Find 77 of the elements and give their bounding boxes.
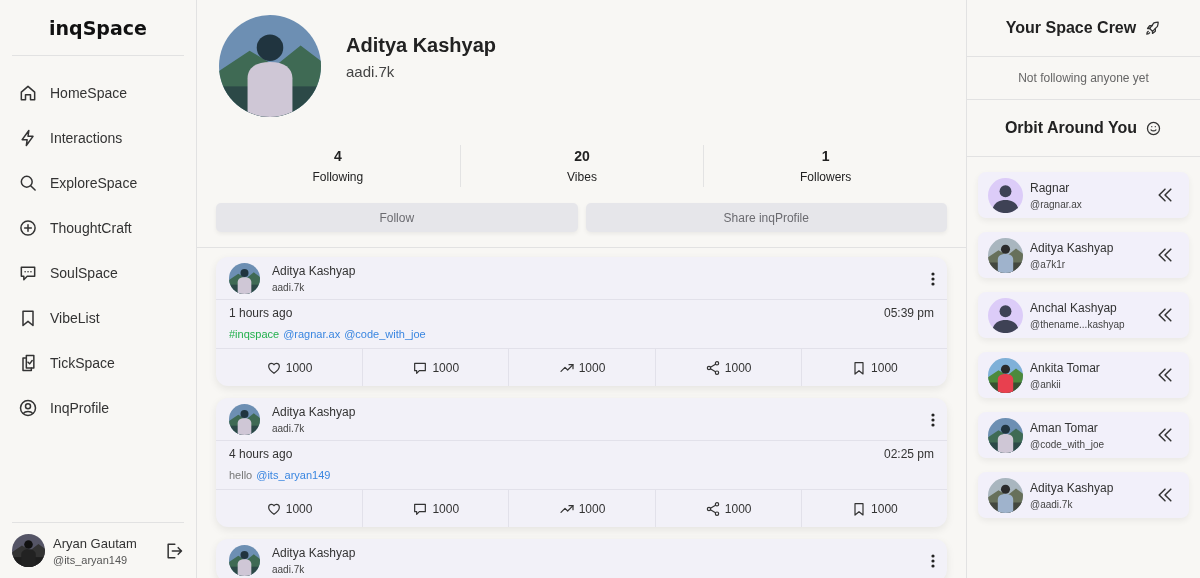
app-logo: inqSpace	[49, 16, 147, 39]
user-name: Aditya Kashyap	[1030, 240, 1115, 255]
post-handle: aadi.7k	[272, 423, 306, 434]
user-handle: @a7k1r	[1030, 258, 1067, 270]
more-options-icon[interactable]	[931, 412, 935, 427]
user-card[interactable]: Ankita Tomar @ankii	[978, 352, 1189, 398]
post-author: Aditya Kashyap	[272, 264, 357, 278]
save-action[interactable]: 1000	[800, 349, 947, 386]
follow-button[interactable]: Follow	[216, 203, 578, 232]
user-name: Aman Tomar	[1030, 420, 1099, 435]
nav-item[interactable]: TickSpace	[12, 345, 184, 381]
share-profile-button[interactable]: Share inqProfile	[585, 203, 947, 232]
avatar-icon	[988, 177, 1023, 213]
like-action[interactable]: 1000	[216, 349, 363, 386]
user-card[interactable]: Ragnar @ragnar.ax	[978, 172, 1189, 218]
more-options-icon[interactable]	[931, 553, 935, 568]
user-name: Ankita Tomar	[1030, 360, 1101, 375]
share-icon	[704, 359, 721, 376]
post-time: 05:39 pm	[883, 306, 934, 320]
smiley-icon	[1145, 119, 1163, 137]
share-action[interactable]: 1000	[654, 349, 801, 386]
comment-action[interactable]: 1000	[362, 490, 509, 527]
user-card[interactable]: Aman Tomar @code_with_joe	[978, 412, 1189, 458]
nav-item[interactable]: VibeList	[12, 300, 184, 336]
comment-action[interactable]: 1000	[362, 349, 509, 386]
like-action[interactable]: 1000	[216, 490, 363, 527]
profile-name: Aditya Kashyap	[346, 34, 497, 57]
plus-circle-icon	[18, 218, 38, 238]
home-icon	[18, 83, 38, 103]
user-handle: @aadi.7k	[1030, 498, 1074, 510]
nav-item[interactable]: ThoughtCraft	[12, 210, 184, 246]
user-handle: @ankii	[1030, 378, 1062, 390]
rocket-icon	[1144, 19, 1162, 37]
boost-action[interactable]: 1000	[508, 490, 655, 527]
section-title: Orbit Around You	[1004, 119, 1138, 137]
nav-item[interactable]: ExploreSpace	[12, 165, 184, 201]
empty-message: Not following anyone yet	[1018, 71, 1149, 85]
post-author: Aditya Kashyap	[272, 546, 357, 560]
section-title: Your Space Crew	[1005, 19, 1137, 37]
post-text: hello	[229, 469, 253, 481]
post-time: 02:25 pm	[883, 447, 934, 461]
chat-bubble-icon	[18, 263, 38, 283]
user-name: Aryan Gautam	[53, 535, 138, 551]
save-action[interactable]: 1000	[800, 490, 947, 527]
boost-action[interactable]: 1000	[508, 349, 655, 386]
stat-count: 1	[821, 148, 830, 164]
user-card[interactable]: Aditya Kashyap @aadi.7k	[978, 472, 1189, 518]
nav-item[interactable]: InqProfile	[12, 390, 184, 426]
nav-item[interactable]: HomeSpace	[12, 75, 184, 111]
user-name: Anchal Kashyap	[1030, 300, 1118, 315]
user-handle: @thename...kashyap	[1030, 318, 1126, 330]
user-circle-icon	[18, 398, 38, 418]
post-author: Aditya Kashyap	[272, 405, 357, 419]
post-age: 4 hours ago	[229, 447, 293, 461]
profile-handle: aadi.7k	[346, 63, 396, 80]
stat-label: Following	[312, 170, 364, 184]
share-icon	[704, 500, 721, 517]
user-card[interactable]: Anchal Kashyap @thename...kashyap	[978, 292, 1189, 338]
user-handle: @code_with_joe	[1030, 438, 1106, 450]
stat-count: 4	[333, 148, 342, 164]
avatar-icon	[988, 297, 1023, 333]
user-handle: @ragnar.ax	[1030, 198, 1083, 210]
nav-item[interactable]: Interactions	[12, 120, 184, 156]
stat-label: Vibes	[567, 170, 597, 184]
user-name: Aditya Kashyap	[1030, 480, 1115, 495]
post-handle: aadi.7k	[272, 282, 306, 293]
post-handle: aadi.7k	[272, 564, 306, 575]
share-action[interactable]: 1000	[654, 490, 801, 527]
user-handle: @its_aryan149	[53, 553, 129, 566]
more-options-icon[interactable]	[931, 271, 935, 286]
nav-item[interactable]: SoulSpace	[12, 255, 184, 291]
stat-count: 20	[574, 148, 590, 164]
user-card[interactable]: Aditya Kashyap @a7k1r	[978, 232, 1189, 278]
post-age: 1 hours ago	[229, 306, 293, 320]
search-icon	[18, 173, 38, 193]
user-name: Ragnar	[1030, 180, 1071, 195]
stat-label: Followers	[800, 170, 852, 184]
